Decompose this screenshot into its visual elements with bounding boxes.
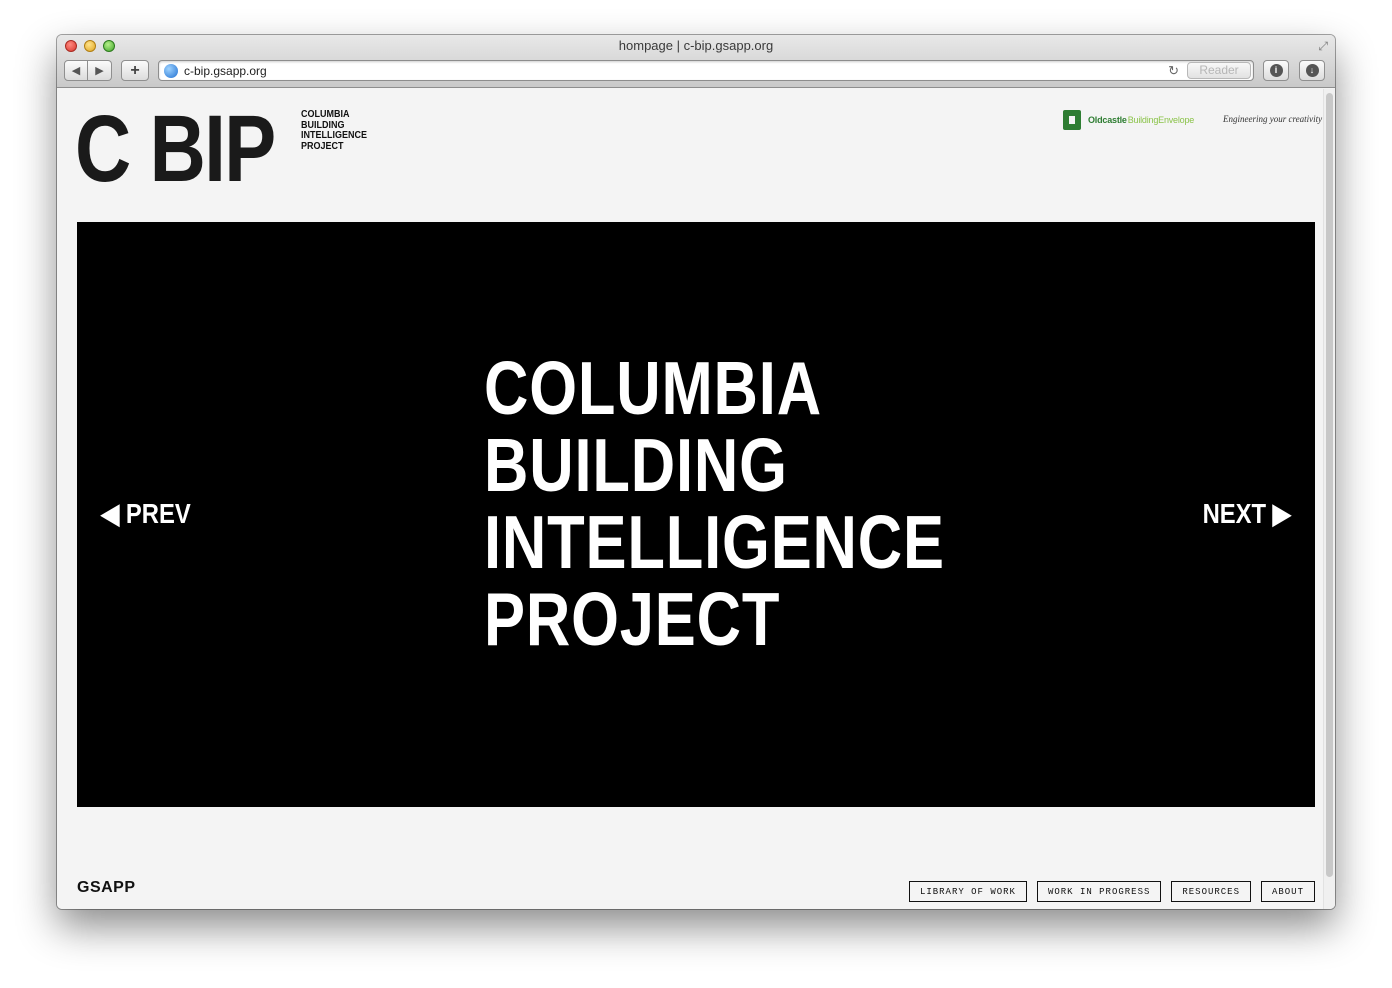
globe-icon [164, 64, 178, 78]
logo-subtitle-line: INTELLIGENCE [301, 130, 368, 141]
site-logo[interactable]: C BIP [75, 102, 276, 197]
add-tab-button[interactable]: + [121, 60, 149, 81]
vertical-scrollbar[interactable] [1323, 89, 1335, 909]
next-button[interactable]: NEXT ▶ [1203, 498, 1291, 530]
logo-subtitle-line: COLUMBIA [301, 109, 350, 120]
url-text[interactable]: c-bip.gsapp.org [184, 64, 267, 78]
hero-slideshow: ◀ PREV COLUMBIA BUILDING INTELLIGENCE PR… [77, 222, 1315, 807]
hero-title-line: BUILDING [484, 423, 788, 507]
download-icon: ↓ [1305, 64, 1319, 77]
reload-icon[interactable]: ↻ [1168, 63, 1179, 79]
sponsor-subname: BuildingEnvelope [1127, 115, 1195, 125]
nav-work-in-progress[interactable]: WORK IN PROGRESS [1036, 881, 1162, 902]
nav-about[interactable]: ABOUT [1260, 881, 1315, 902]
plus-icon: + [130, 61, 140, 79]
fullscreen-icon[interactable]: ⤢ [1318, 39, 1328, 54]
info-button[interactable]: i [1263, 60, 1289, 81]
site-logo-subtitle: COLUMBIA BUILDING INTELLIGENCE PROJECT [301, 109, 373, 152]
nav-resources[interactable]: RESOURCES [1171, 881, 1251, 902]
new-tab-group: + [121, 60, 149, 81]
back-button[interactable]: ◀ [64, 60, 88, 81]
hero-title: COLUMBIA BUILDING INTELLIGENCE PROJECT [484, 350, 945, 658]
nav-library-of-work[interactable]: LIBRARY OF WORK [908, 881, 1027, 902]
sponsor-tagline: Engineering your creativity [1223, 114, 1323, 124]
sponsor-logo[interactable]: Oldcastle BuildingEnvelope Engineering y… [1063, 109, 1322, 131]
history-nav: ◀ ▶ [64, 60, 112, 81]
scrollbar-thumb[interactable] [1326, 93, 1333, 877]
page-content: C BIP COLUMBIA BUILDING INTELLIGENCE PRO… [57, 89, 1335, 909]
hero-title-line: PROJECT [484, 577, 781, 661]
reader-button[interactable]: Reader [1187, 62, 1251, 79]
forward-arrow-icon: ▶ [95, 65, 104, 77]
footer-nav: LIBRARY OF WORK WORK IN PROGRESS RESOURC… [908, 881, 1315, 902]
sponsor-name: Oldcastle [1088, 115, 1127, 125]
address-bar[interactable]: c-bip.gsapp.org ↻ Reader [158, 60, 1254, 81]
hero-title-line: COLUMBIA [484, 346, 822, 430]
oldcastle-mark-icon [1063, 110, 1081, 130]
prev-button[interactable]: ◀ PREV [101, 498, 191, 530]
window-title: hompage | c-bip.gsapp.org [618, 38, 774, 53]
forward-button[interactable]: ▶ [88, 60, 112, 81]
hero-title-line: INTELLIGENCE [484, 500, 945, 584]
gsapp-logo[interactable]: GSAPP [77, 879, 136, 897]
back-arrow-icon: ◀ [71, 65, 81, 77]
browser-window: hompage | c-bip.gsapp.org ⤢ ◀ ▶ + c-bip.… [57, 35, 1335, 909]
info-icon: i [1269, 64, 1283, 77]
downloads-button[interactable]: ↓ [1299, 60, 1325, 81]
logo-subtitle-line: PROJECT [301, 140, 344, 152]
browser-toolbar: hompage | c-bip.gsapp.org ⤢ ◀ ▶ + c-bip.… [57, 35, 1335, 88]
